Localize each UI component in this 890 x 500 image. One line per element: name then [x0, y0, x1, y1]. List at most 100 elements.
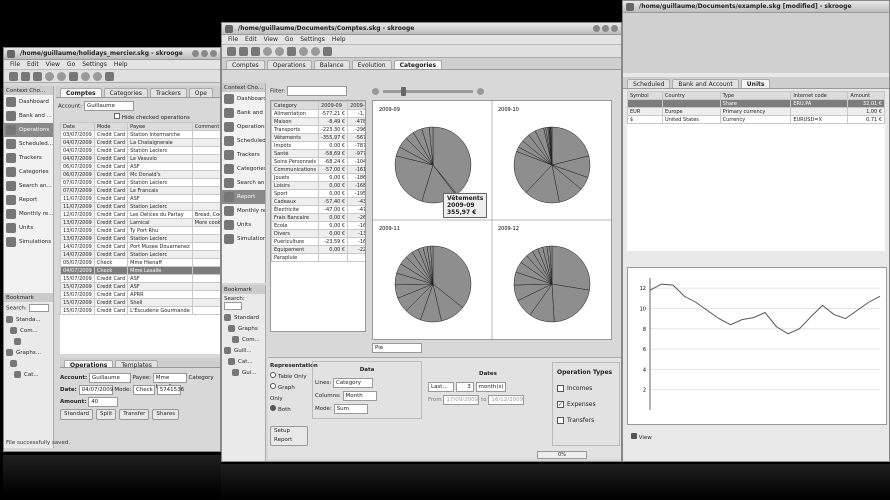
close-icon[interactable]: [611, 25, 618, 32]
bookmark-item[interactable]: Com...: [4, 325, 53, 336]
menu-edit[interactable]: Edit: [27, 60, 39, 69]
menu-file[interactable]: File: [10, 60, 20, 69]
bookmark-search-input[interactable]: [224, 302, 242, 310]
table-row[interactable]: Ecole0,00 €-16,: [271, 221, 365, 230]
right-window-titlebar[interactable]: /home/guillaume/Documents/example.skg [m…: [623, 1, 889, 13]
table-row[interactable]: 03/07/2009 Credit Card Station Intermarche…: [60, 130, 220, 139]
pie-slice[interactable]: [551, 283, 590, 323]
menu-edit[interactable]: Edit: [245, 35, 257, 44]
open-file-icon[interactable]: [21, 71, 30, 81]
context-item-report[interactable]: Report: [222, 190, 265, 204]
split-button[interactable]: Split: [96, 409, 117, 420]
new-file-icon[interactable]: [9, 71, 18, 81]
undo-icon[interactable]: [45, 71, 54, 81]
table-row[interactable]: 05/07/2009CheckMme HienaffHolidays: [60, 258, 220, 267]
bookmark-item[interactable]: Com...: [222, 334, 265, 345]
tab-ope[interactable]: Ope: [188, 88, 213, 97]
refresh-icon[interactable]: [323, 46, 332, 56]
context-item-scheduled[interactable]: Scheduled...: [4, 137, 53, 151]
column-header-comment[interactable]: Comment: [191, 122, 220, 131]
columns-select[interactable]: Month: [342, 390, 377, 401]
zoom-slider[interactable]: [383, 86, 473, 96]
minimize-icon[interactable]: [593, 25, 600, 32]
bookmark-item[interactable]: Graphs: [222, 323, 265, 334]
context-item-monthly-re[interactable]: Monthly re...: [4, 207, 53, 221]
table-row[interactable]: Divers0,00 €-13,: [271, 229, 365, 238]
table-row[interactable]: 13/07/2009Credit CardLamicalMore cookies…: [60, 218, 220, 227]
dates-period-select[interactable]: Last...: [428, 381, 454, 392]
tab-trackers[interactable]: Trackers: [149, 88, 187, 97]
bookmark-item[interactable]: [4, 336, 53, 347]
context-item-categories[interactable]: Categories: [222, 162, 265, 176]
context-item-dashboard[interactable]: Dashboard: [4, 95, 53, 109]
hide-checked-checkbox[interactable]: [114, 113, 120, 119]
table-row[interactable]: Sport0,00 €-195,: [271, 189, 365, 198]
zoom-out-icon[interactable]: [372, 87, 379, 95]
table-row[interactable]: Transports-223,30 €-296,: [271, 125, 365, 134]
setup-report-button[interactable]: Setup Report: [270, 426, 308, 446]
table-row[interactable]: 13/07/2009Credit CardStation LeclercTran…: [60, 234, 220, 243]
context-item-simulations[interactable]: Simulations: [222, 232, 265, 246]
minimize-icon[interactable]: [192, 50, 199, 57]
column-header-2009-09[interactable]: 2009-09: [318, 101, 349, 110]
representation-graph-only[interactable]: Graph Only: [270, 383, 308, 405]
open-file-icon[interactable]: [239, 46, 248, 56]
table-row[interactable]: 04/07/2009Credit CardLe VesuvioFood: [60, 154, 220, 163]
table-row[interactable]: Frais Bancaire0,00 €-26,: [271, 213, 365, 222]
checkbox-icon[interactable]: [557, 417, 564, 424]
tab-operations[interactable]: Operations: [64, 360, 114, 369]
menu-settings[interactable]: Settings: [300, 35, 325, 44]
column-header-country[interactable]: Country: [662, 91, 721, 100]
representation-table-only[interactable]: Table Only: [270, 372, 308, 383]
table-row[interactable]: 15/07/2009Credit CardShellTransport: [60, 298, 220, 307]
context-item-search-an[interactable]: Search an...: [222, 176, 265, 190]
context-item-operations[interactable]: Operations: [4, 123, 53, 137]
table-row[interactable]: Soins Personnels-68,24 €-104,: [271, 157, 365, 166]
column-header-mode[interactable]: Mode: [93, 122, 129, 131]
mode-select[interactable]: Sum: [333, 403, 368, 414]
table-row[interactable]: Share ERU.PA 32,01 €: [627, 99, 885, 108]
context-item-scheduled[interactable]: Scheduled...: [222, 134, 265, 148]
context-item-categories[interactable]: Categories: [4, 165, 53, 179]
bookmark-item[interactable]: Graphs...: [4, 347, 53, 358]
shares-button[interactable]: Shares: [152, 409, 180, 420]
lines-select[interactable]: Category: [332, 377, 373, 388]
column-header-amount[interactable]: Amount: [847, 91, 885, 100]
column-header-category[interactable]: Category: [271, 101, 320, 110]
tab-evolution[interactable]: Evolution: [351, 60, 392, 69]
menu-file[interactable]: File: [228, 35, 238, 44]
table-row[interactable]: 04/07/2009Credit CardStation LeclercTran…: [60, 146, 220, 155]
table-row[interactable]: Santé-58,69 €-977,: [271, 149, 365, 158]
menu-settings[interactable]: Settings: [82, 60, 107, 69]
dates-from-input[interactable]: 17/09/2009: [443, 394, 480, 405]
forward-icon[interactable]: [311, 46, 320, 56]
table-row[interactable]: Maison-8,49 €-478,: [271, 117, 365, 126]
menu-help[interactable]: Help: [114, 60, 128, 69]
redo-icon[interactable]: [57, 71, 66, 81]
menu-go[interactable]: Go: [67, 60, 75, 69]
maximize-icon[interactable]: [602, 25, 609, 32]
chart-type-select[interactable]: Pie: [372, 343, 422, 353]
account-select[interactable]: Guillaume: [83, 101, 134, 111]
radio-icon[interactable]: [270, 372, 276, 378]
checkmark-icon[interactable]: ✓: [557, 401, 564, 408]
table-row[interactable]: 04/07/2009Credit CardLa ChataigneraieHol…: [60, 138, 220, 147]
tab-categories[interactable]: Categories: [393, 60, 443, 69]
table-row[interactable]: Puériculture-23,59 €-16,: [271, 237, 365, 246]
context-item-trackers[interactable]: Trackers: [4, 151, 53, 165]
table-row[interactable]: 07/07/2009Credit CardStation LeclercTran…: [60, 178, 220, 187]
column-header-2009-1[interactable]: 2009-1: [347, 101, 365, 110]
bookmark-item[interactable]: Standa...: [4, 314, 53, 325]
bookmark-item[interactable]: Cat...: [4, 369, 53, 380]
tab-comptes[interactable]: Comptes: [60, 88, 102, 97]
column-header-payee[interactable]: Payee: [127, 122, 193, 131]
table-row[interactable]: EUR Europe Primary currency 1,00 €: [627, 107, 885, 116]
table-row[interactable]: Alimentation-577,21 €-1,1: [271, 109, 365, 118]
context-item-simulations[interactable]: Simulations: [4, 235, 53, 249]
table-row[interactable]: 14/07/2009Credit CardStation LeclercTran…: [60, 250, 220, 259]
save-icon[interactable]: [251, 46, 260, 56]
checkbox-icon[interactable]: [557, 385, 564, 392]
save-icon[interactable]: [33, 71, 42, 81]
table-row[interactable]: 13/07/2009Credit CardTy Port RhuFood: [60, 226, 220, 235]
zoom-in-icon[interactable]: [477, 87, 484, 95]
